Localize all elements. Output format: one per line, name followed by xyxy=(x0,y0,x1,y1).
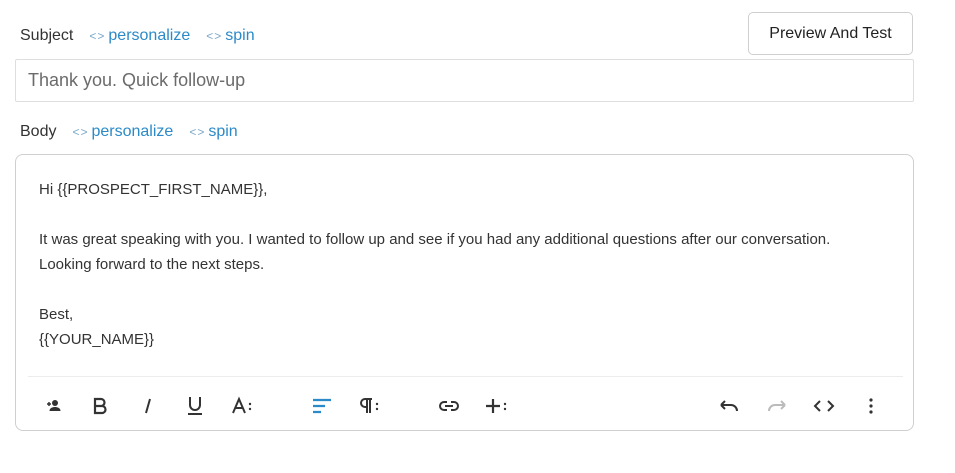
link-icon[interactable] xyxy=(434,391,464,421)
code-brackets-icon: <> xyxy=(72,125,89,139)
code-brackets-icon: <> xyxy=(89,29,106,43)
underline-icon[interactable] xyxy=(180,391,210,421)
bold-icon[interactable] xyxy=(85,391,115,421)
redo-icon xyxy=(762,391,792,421)
body-line: Hi {{PROSPECT_FIRST_NAME}}, xyxy=(39,181,268,198)
toolbar-divider xyxy=(28,376,903,377)
body-label: Body xyxy=(20,123,57,140)
body-editor-content[interactable]: Hi {{PROSPECT_FIRST_NAME}}, It was great… xyxy=(39,177,893,352)
subject-personalize-link[interactable]: <> personalize xyxy=(89,27,190,45)
body-line: {{YOUR_NAME}} xyxy=(39,331,155,348)
code-brackets-icon: <> xyxy=(206,29,223,43)
subject-personalize-label: personalize xyxy=(108,27,191,44)
subject-input[interactable]: Thank you. Quick follow-up xyxy=(15,59,914,102)
paragraph-icon[interactable] xyxy=(355,391,385,421)
body-label-row: Body <> personalize <> spin xyxy=(20,120,254,144)
subject-label-row: Subject <> personalize <> spin xyxy=(20,24,271,48)
subject-spin-link[interactable]: <> spin xyxy=(206,27,254,45)
body-line: Looking forward to the next steps. xyxy=(39,256,265,273)
code-brackets-icon: <> xyxy=(189,125,206,139)
preview-and-test-button[interactable]: Preview And Test xyxy=(748,12,913,55)
body-editor[interactable]: Hi {{PROSPECT_FIRST_NAME}}, It was great… xyxy=(15,154,914,431)
add-person-icon[interactable] xyxy=(40,391,70,421)
text-size-icon[interactable] xyxy=(228,391,258,421)
italic-icon[interactable] xyxy=(133,391,163,421)
body-spin-label: spin xyxy=(208,123,238,140)
body-spin-link[interactable]: <> spin xyxy=(189,123,237,141)
undo-icon[interactable] xyxy=(714,391,744,421)
subject-label: Subject xyxy=(20,27,74,44)
body-personalize-label: personalize xyxy=(91,123,174,140)
align-left-icon[interactable] xyxy=(307,391,337,421)
code-view-icon[interactable] xyxy=(809,391,839,421)
body-personalize-link[interactable]: <> personalize xyxy=(72,123,173,141)
subject-spin-label: spin xyxy=(225,27,255,44)
insert-icon[interactable] xyxy=(482,391,512,421)
body-line: It was great speaking with you. I wanted… xyxy=(39,231,831,248)
more-vertical-icon[interactable] xyxy=(856,391,886,421)
body-line: Best, xyxy=(39,306,74,323)
